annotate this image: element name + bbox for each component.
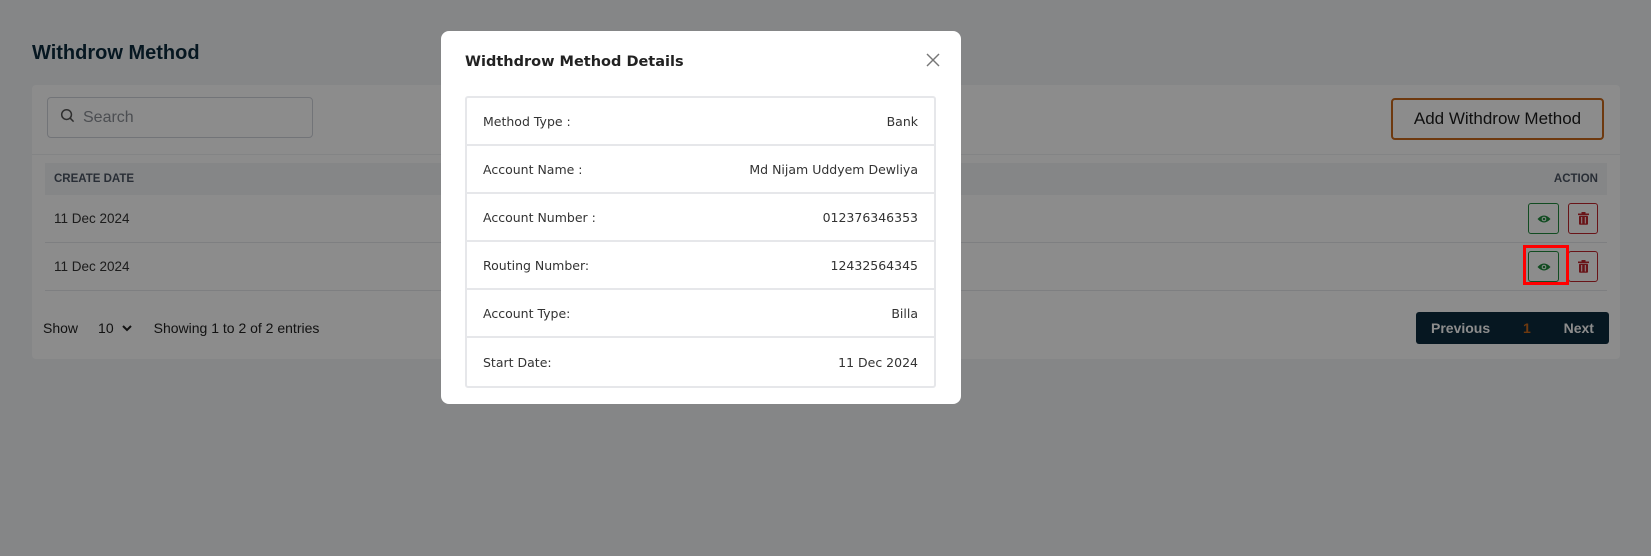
detail-row-account-type: Account Type: Billa [467, 290, 934, 338]
detail-label: Routing Number: [483, 257, 590, 273]
detail-label: Account Type: [483, 305, 571, 321]
modal-title: Widthdrow Method Details [465, 54, 684, 70]
detail-value: Md Nijam Uddyem Dewliya [749, 161, 918, 177]
detail-label: Start Date: [483, 354, 552, 370]
close-icon [926, 53, 940, 67]
detail-value: Bank [886, 113, 918, 129]
detail-value: 012376346353 [822, 209, 918, 225]
details-table: Method Type : Bank Account Name : Md Nijam… [465, 96, 936, 388]
detail-label: Method Type : [483, 113, 571, 129]
detail-value: 11 Dec 2024 [838, 354, 918, 370]
detail-row-account-number: Account Number : 012376346353 [467, 194, 934, 242]
highlight-box [1523, 245, 1569, 285]
detail-row-method-type: Method Type : Bank [467, 98, 934, 146]
detail-row-start-date: Start Date: 11 Dec 2024 [467, 338, 934, 386]
detail-value: 12432564345 [830, 257, 918, 273]
detail-row-account-name: Account Name : Md Nijam Uddyem Dewliya [467, 146, 934, 194]
detail-label: Account Name : [483, 161, 583, 177]
detail-label: Account Number : [483, 209, 596, 225]
detail-row-routing-number: Routing Number: 12432564345 [467, 242, 934, 290]
withdraw-method-details-modal: Widthdrow Method Details Method Type : Ba… [441, 31, 961, 404]
close-button[interactable] [923, 50, 943, 70]
detail-value: Billa [891, 305, 918, 321]
